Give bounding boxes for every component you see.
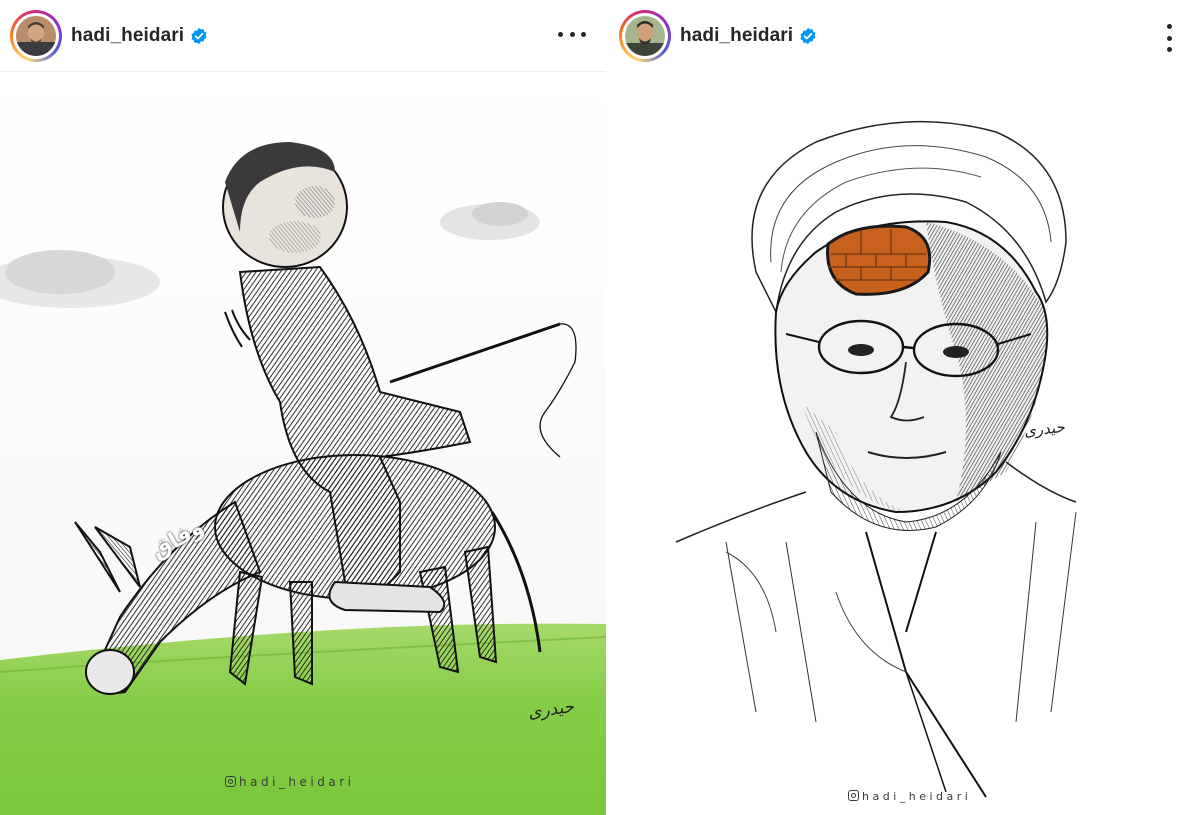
instagram-post-left: hadi_heidari وفاق حیدری hadi_heidari (0, 0, 606, 815)
post-header: hadi_heidari (0, 0, 606, 72)
watermark: hadi_heidari (848, 790, 971, 803)
username[interactable]: hadi_heidari (71, 25, 184, 47)
watermark: hadi_heidari (225, 775, 354, 789)
post-header: hadi_heidari (606, 0, 1200, 72)
username[interactable]: hadi_heidari (680, 25, 793, 47)
post-image-cartoon-donkey: وفاق حیدری hadi_heidari (0, 72, 606, 815)
instagram-icon (848, 790, 859, 801)
more-options-icon[interactable] (1162, 24, 1176, 52)
verified-badge-icon (191, 27, 207, 44)
screenshot-collage: hadi_heidari وفاق حیدری hadi_heidari had… (0, 0, 1200, 815)
instagram-post-right: hadi_heidari حیدری hadi_heidari (606, 0, 1200, 815)
verified-badge-icon (800, 27, 816, 45)
avatar-photo (16, 15, 56, 56)
portrait-illustration (606, 72, 1200, 815)
profile-avatar[interactable] (619, 10, 671, 62)
post-image-portrait-brick: حیدری hadi_heidari (606, 72, 1200, 815)
more-options-icon[interactable] (558, 22, 586, 46)
cartoon-illustration (0, 72, 606, 815)
instagram-icon (225, 776, 236, 787)
avatar-photo (625, 16, 665, 56)
profile-avatar[interactable] (10, 9, 62, 62)
